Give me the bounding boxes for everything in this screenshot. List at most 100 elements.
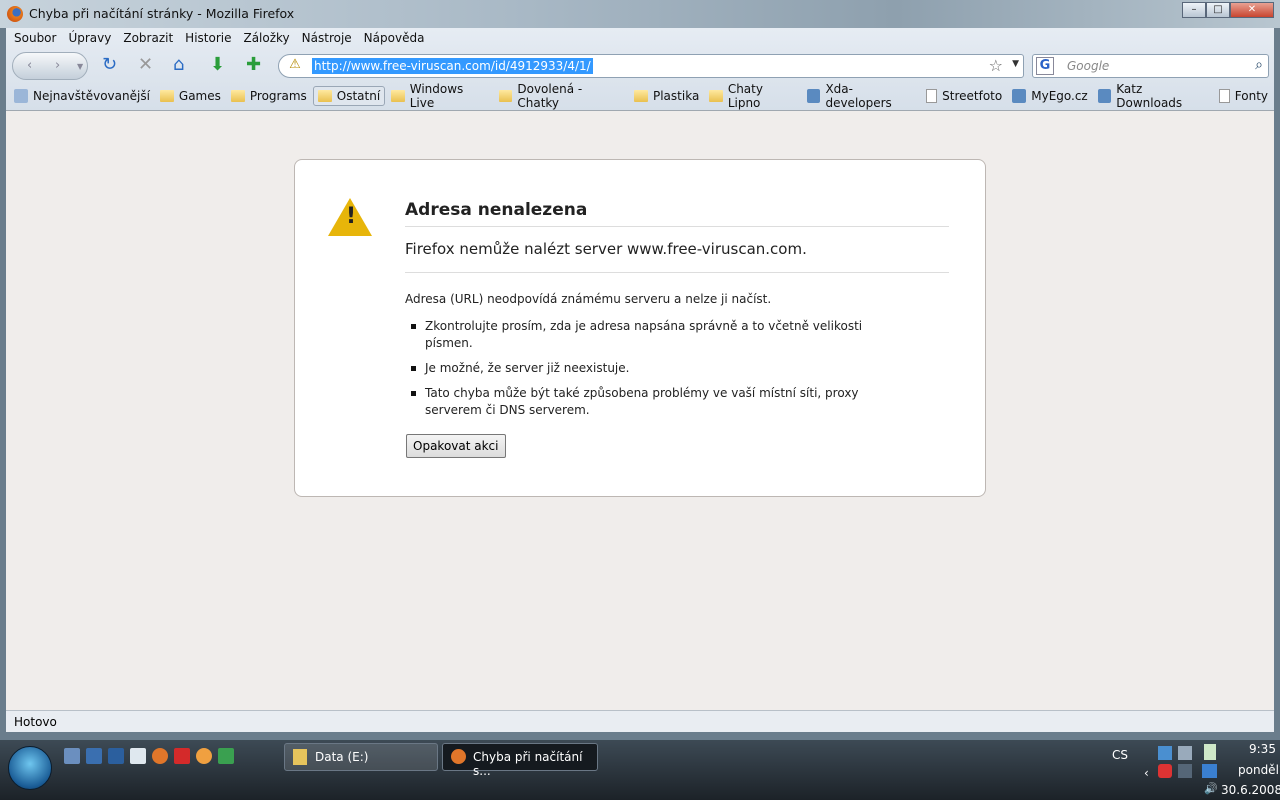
- bookmarks-toolbar: Nejnavštěvovanější Games Programs Ostatní Wi…: [10, 82, 1274, 110]
- bookmark-ostatn-[interactable]: Ostatní: [312, 86, 386, 106]
- download-icon[interactable]: ⬇: [210, 55, 225, 75]
- language-indicator[interactable]: CS: [1112, 748, 1128, 762]
- acrobat-icon[interactable]: [174, 748, 190, 764]
- bookmark-myego-cz[interactable]: MyEgo.cz: [1008, 87, 1092, 105]
- taskbar: Data (E:) Chyba při načítání s... CS ‹ 🔊…: [0, 740, 1280, 800]
- volume-icon[interactable]: 🔊: [1204, 782, 1218, 795]
- address-bar[interactable]: ⚠ http://www.free-viruscan.com/id/491293…: [278, 54, 1024, 78]
- task-label: Chyba při načítání s...: [473, 750, 583, 778]
- quick-launch: [64, 748, 234, 764]
- menu-nastroje[interactable]: Nástroje: [302, 31, 352, 45]
- close-button[interactable]: ✕: [1230, 2, 1274, 18]
- bookmark-label: Fonty: [1234, 89, 1268, 103]
- bookmark-label: Programs: [249, 89, 307, 103]
- menu-zalozky[interactable]: Záložky: [243, 31, 289, 45]
- site-icon: [1097, 89, 1112, 103]
- site-icon: [806, 89, 821, 103]
- bookmark-programs[interactable]: Programs: [227, 87, 311, 105]
- stop-icon[interactable]: ✕: [138, 55, 153, 75]
- folder-icon: [633, 90, 648, 102]
- folder-icon: [498, 90, 513, 102]
- network-status-icon[interactable]: [1202, 764, 1217, 778]
- show-hidden-icons[interactable]: ‹: [1144, 766, 1149, 780]
- connection-icon[interactable]: [1178, 746, 1192, 760]
- bookmark-katz-downloads[interactable]: Katz Downloads: [1094, 80, 1213, 112]
- error-title: Adresa nenalezena: [405, 200, 949, 227]
- clock-day[interactable]: pondělí: [1238, 763, 1280, 777]
- taskbar-item-data[interactable]: Data (E:): [284, 743, 438, 771]
- taskbar-item-firefox[interactable]: Chyba při načítání s...: [442, 743, 598, 778]
- battery-icon[interactable]: [1204, 744, 1216, 760]
- menu-zobrazit[interactable]: Zobrazit: [123, 31, 173, 45]
- firefox-icon[interactable]: [152, 748, 168, 764]
- page-icon: [1218, 89, 1230, 103]
- bookmark-windows-live[interactable]: Windows Live: [387, 80, 493, 112]
- error-short-desc: Firefox nemůže nalézt server www.free-vi…: [405, 240, 949, 273]
- status-bar: Hotovo: [6, 710, 1274, 732]
- clock-date[interactable]: 30.6.2008: [1221, 783, 1280, 797]
- bookmark-games[interactable]: Games: [156, 87, 225, 105]
- messenger-icon[interactable]: [196, 748, 212, 764]
- home-icon[interactable]: ⌂: [173, 55, 184, 75]
- maximize-button[interactable]: □: [1206, 2, 1230, 18]
- star-icon[interactable]: ☆: [989, 56, 1003, 75]
- search-placeholder[interactable]: Google: [1067, 59, 1109, 73]
- desktop-icon[interactable]: [86, 748, 102, 764]
- bookmark-label: Games: [178, 89, 221, 103]
- network-icon[interactable]: [1158, 746, 1172, 760]
- bookmark-label: Chaty Lipno: [727, 82, 763, 110]
- folder-icon: [709, 90, 723, 102]
- bookmark-xda-developers[interactable]: Xda-developers: [803, 80, 920, 112]
- firefox-icon: [451, 749, 466, 764]
- bookmark-chaty-lipno[interactable]: Chaty Lipno: [705, 80, 801, 112]
- bookmark-label: Nejnavštěvovanější: [33, 89, 150, 103]
- page-content: ! Adresa nenalezena Firefox nemůže naléz…: [6, 110, 1274, 710]
- warning-icon: !: [328, 198, 372, 236]
- search-icon[interactable]: ⌕: [1255, 57, 1263, 73]
- url-dropdown-icon[interactable]: ▼: [1012, 59, 1019, 69]
- clock-time[interactable]: 9:35: [1249, 742, 1276, 756]
- url-text[interactable]: http://www.free-viruscan.com/id/4912933/…: [312, 58, 593, 74]
- bookmark-dovolen-chatky[interactable]: Dovolená - Chatky: [495, 80, 628, 112]
- navigation-toolbar: ‹ › ▼ ↻ ✕ ⌂ ⬇ ✚ ⚠ http://www.free-virusc…: [10, 50, 1270, 80]
- secure-app-icon[interactable]: [218, 748, 234, 764]
- list-item: Je možné, že server již neexistuje.: [405, 360, 905, 377]
- back-icon[interactable]: ‹: [27, 58, 32, 73]
- window-title: Chyba při načítání stránky - Mozilla Fir…: [29, 6, 295, 21]
- bookmark-label: Plastika: [652, 89, 700, 103]
- bookmark-label: Streetfoto: [942, 89, 1003, 103]
- google-engine-icon[interactable]: G: [1036, 57, 1054, 75]
- bookmark-label: Dovolená - Chatky: [517, 82, 583, 110]
- computer-icon[interactable]: [64, 748, 80, 764]
- search-box[interactable]: G Google ⌕: [1032, 54, 1269, 78]
- bookmark-streetfoto[interactable]: Streetfoto: [922, 87, 1006, 105]
- warning-icon[interactable]: ⚠: [285, 57, 305, 75]
- forward-icon[interactable]: ›: [55, 58, 60, 73]
- retry-button[interactable]: Opakovat akci: [406, 434, 506, 458]
- bookmark-label: Katz Downloads: [1116, 82, 1183, 110]
- folder-icon: [230, 90, 245, 102]
- menu-upravy[interactable]: Úpravy: [68, 31, 111, 45]
- bookmark-plastika[interactable]: Plastika: [630, 87, 703, 105]
- menu-soubor[interactable]: Soubor: [14, 31, 56, 45]
- switch-windows-icon[interactable]: [108, 748, 124, 764]
- folder-icon: [391, 90, 405, 102]
- start-button[interactable]: [8, 746, 52, 790]
- system-tray: CS ‹ 🔊 9:35 pondělí 30.6.2008: [1100, 740, 1280, 800]
- reload-icon[interactable]: ↻: [102, 55, 117, 75]
- network-disconnected-icon[interactable]: [1178, 764, 1192, 778]
- mail-icon[interactable]: [130, 748, 146, 764]
- minimize-button[interactable]: –: [1182, 2, 1206, 18]
- list-item: Tato chyba může být také způsobena probl…: [405, 385, 905, 419]
- bookmark-fonty[interactable]: Fonty: [1215, 87, 1272, 105]
- menu-napoveda[interactable]: Nápověda: [364, 31, 425, 45]
- bookmark-label: Ostatní: [336, 89, 381, 103]
- history-dropdown-icon[interactable]: ▼: [77, 62, 83, 71]
- browser-chrome: Soubor Úpravy Zobrazit Historie Záložky …: [6, 28, 1274, 110]
- add-bookmark-icon[interactable]: ✚: [246, 55, 261, 75]
- back-forward-buttons[interactable]: ‹ › ▼: [12, 52, 88, 80]
- menu-historie[interactable]: Historie: [185, 31, 231, 45]
- status-text: Hotovo: [14, 715, 57, 729]
- antivirus-icon[interactable]: [1158, 764, 1172, 778]
- bookmark-nejnav-t-vovan-j-[interactable]: Nejnavštěvovanější: [10, 87, 154, 105]
